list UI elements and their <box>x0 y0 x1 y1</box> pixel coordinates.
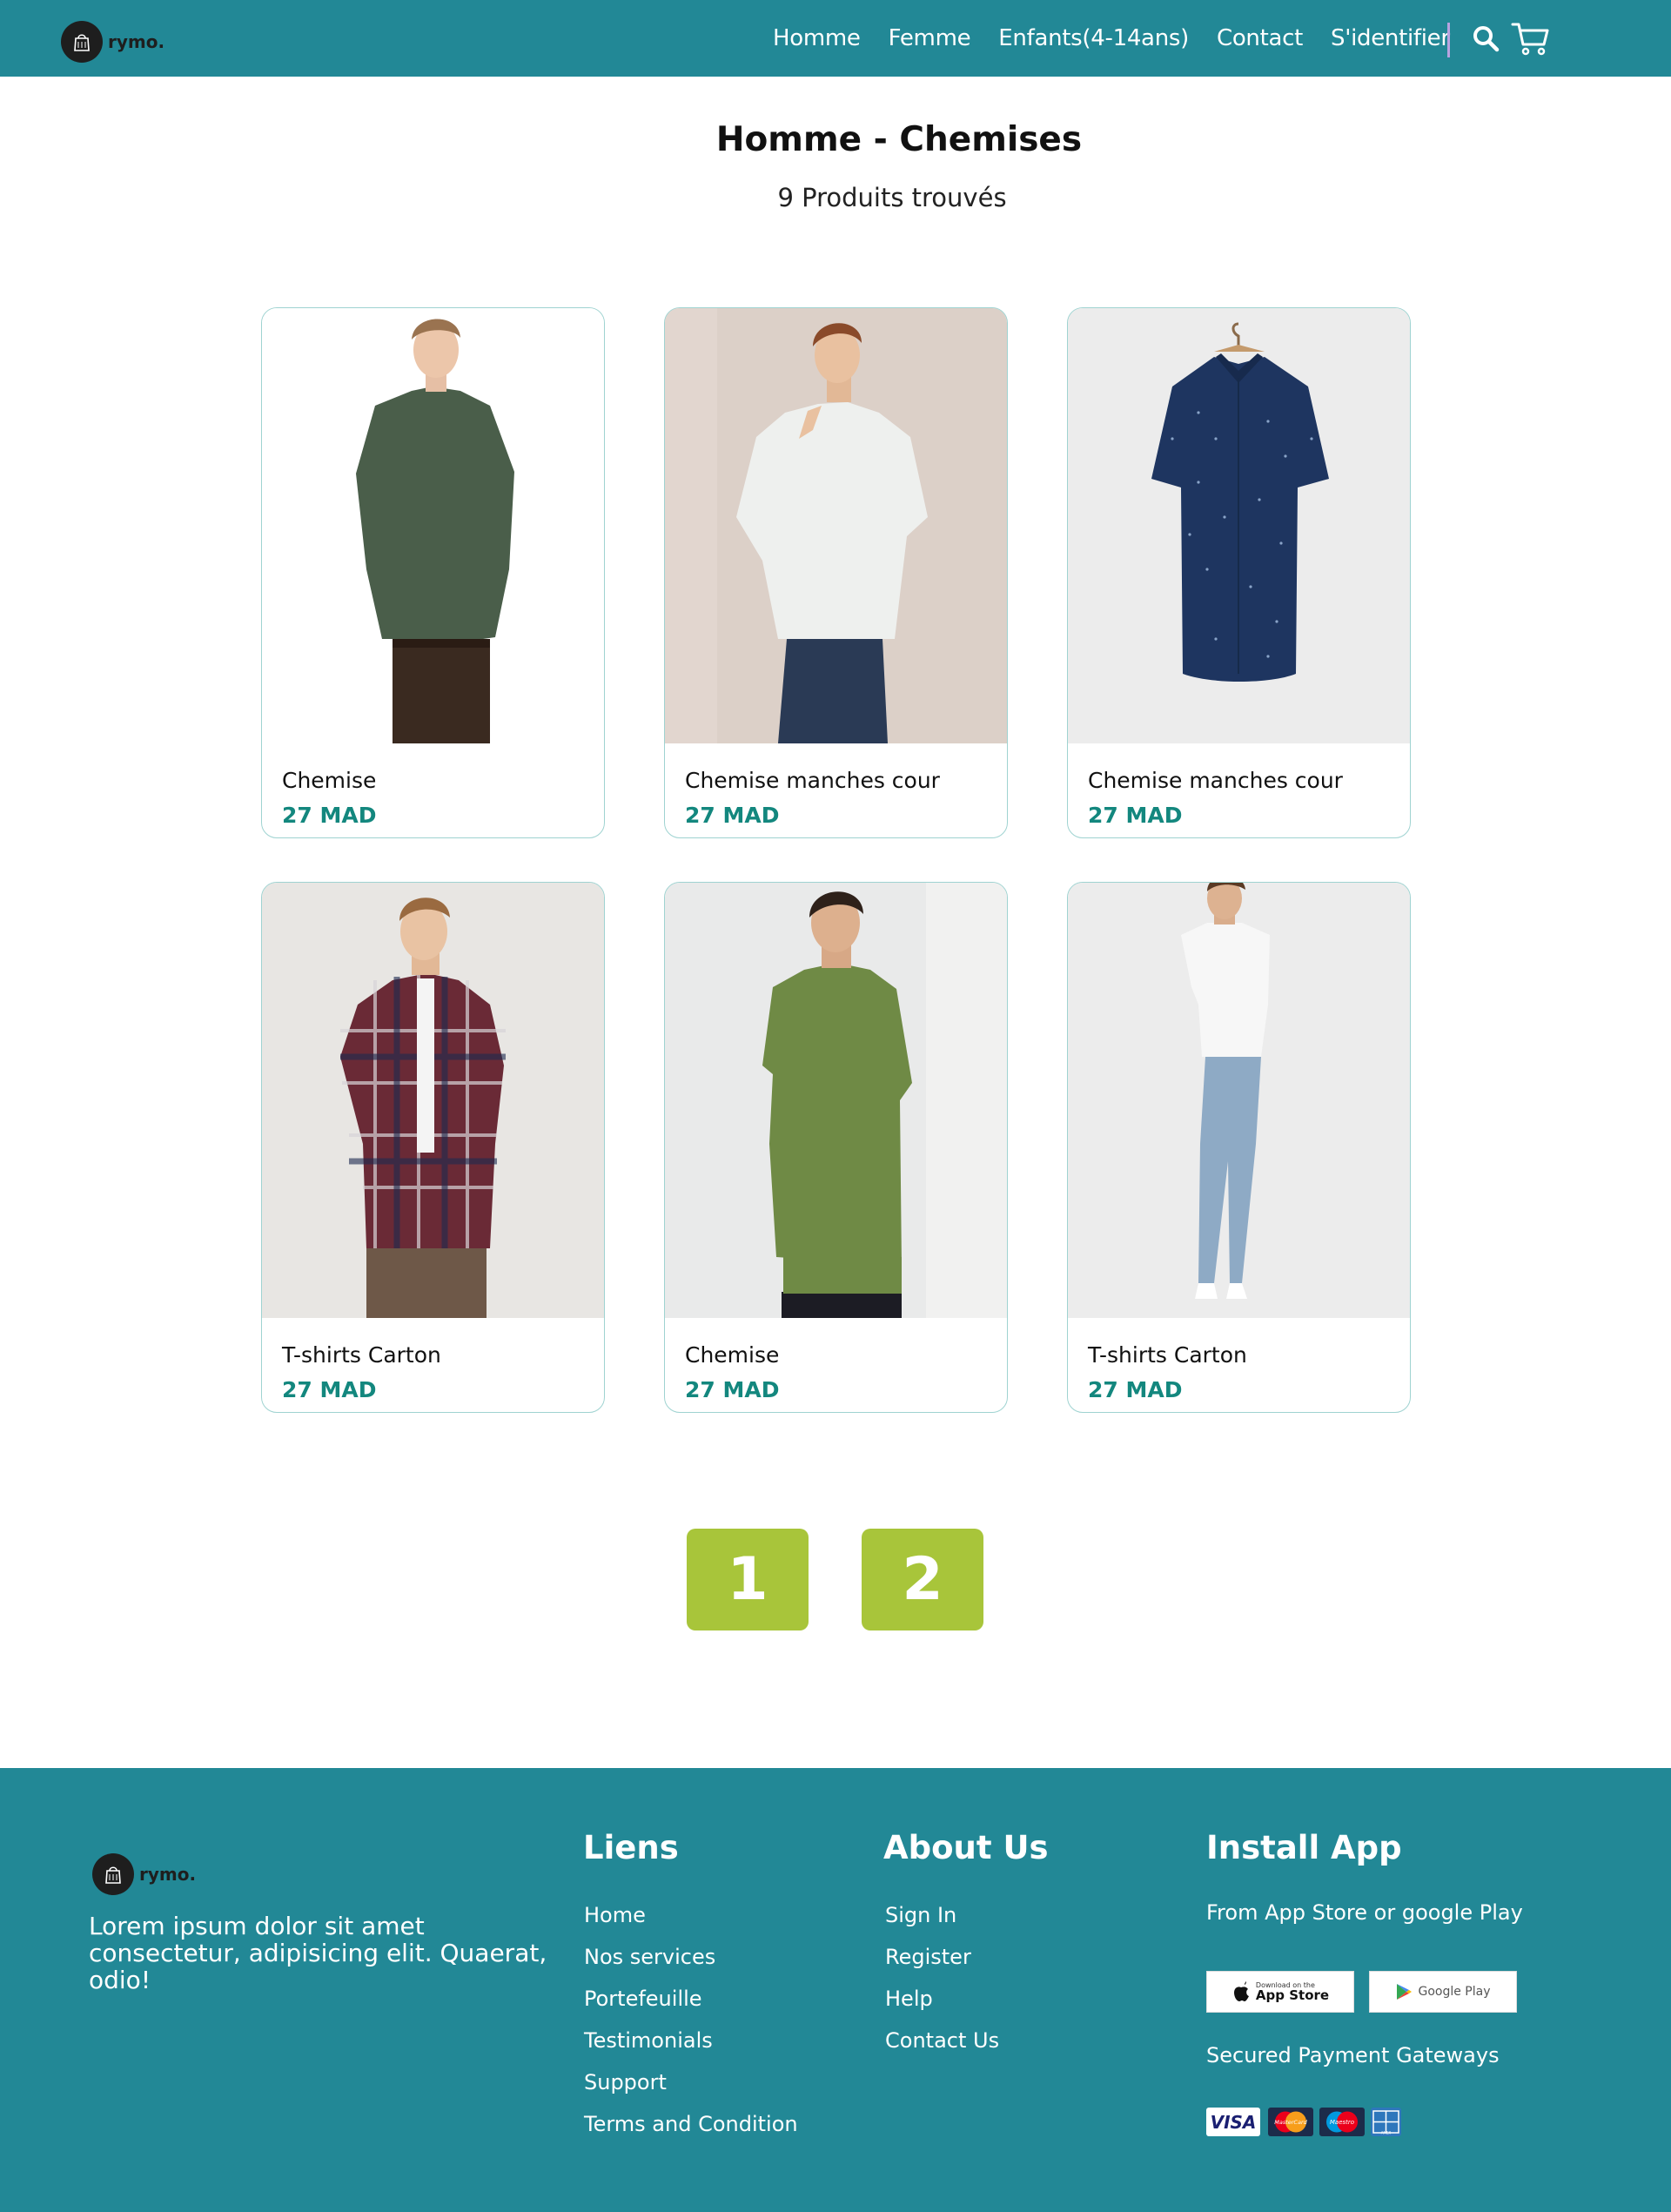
results-count: 9 Produits trouvés <box>777 183 1007 212</box>
product-price: 27 MAD <box>1088 803 1183 828</box>
product-price: 27 MAD <box>685 1377 780 1402</box>
payments-title: Secured Payment Gateways <box>1206 2043 1500 2067</box>
shopping-bag-icon <box>92 1853 134 1895</box>
footer-links-title: Liens <box>583 1829 679 1866</box>
footer-link-help[interactable]: Help <box>885 1984 999 2026</box>
nav-link-homme[interactable]: Homme <box>773 25 861 51</box>
footer-link-testimonials[interactable]: Testimonials <box>584 2026 798 2067</box>
svg-text:Maestro: Maestro <box>1330 2119 1354 2126</box>
product-price: 27 MAD <box>282 803 377 828</box>
nav-divider <box>1447 23 1450 57</box>
top-navbar: rymo. Homme Femme Enfants(4-14ans) Conta… <box>0 0 1671 77</box>
product-name: Chemise <box>282 768 377 793</box>
apple-icon <box>1233 1981 1249 2001</box>
shopping-bag-icon <box>61 21 103 63</box>
nav-link-login[interactable]: S'identifier <box>1331 25 1450 51</box>
svg-text:AMEX: AMEX <box>1381 2131 1392 2135</box>
product-image <box>1068 883 1410 1318</box>
footer-link-portfolio[interactable]: Portefeuille <box>584 1984 798 2026</box>
product-image <box>665 883 1007 1318</box>
product-card[interactable]: T-shirts Carton 27 MAD <box>1067 882 1411 1413</box>
page-button-1[interactable]: 1 <box>687 1529 809 1630</box>
product-price: 27 MAD <box>1088 1377 1183 1402</box>
nav-link-enfants[interactable]: Enfants(4-14ans) <box>998 25 1189 51</box>
svg-text:MasterCard: MasterCard <box>1274 2119 1307 2126</box>
product-card[interactable]: Chemise 27 MAD <box>261 307 605 838</box>
footer-link-services[interactable]: Nos services <box>584 1942 798 1984</box>
footer-link-terms[interactable]: Terms and Condition <box>584 2109 798 2151</box>
product-card[interactable]: Chemise manches cour 27 MAD <box>664 307 1008 838</box>
google-play-icon <box>1397 1984 1413 2000</box>
product-card[interactable]: Chemise manches cour 27 MAD <box>1067 307 1411 838</box>
product-card[interactable]: T-shirts Carton 27 MAD <box>261 882 605 1413</box>
amex-icon: AMEX <box>1371 2108 1401 2136</box>
product-name: T-shirts Carton <box>1088 1342 1247 1368</box>
footer-link-sign-in[interactable]: Sign In <box>885 1900 999 1942</box>
app-store-button[interactable]: Download on the App Store <box>1206 1971 1354 2013</box>
product-name: T-shirts Carton <box>282 1342 441 1368</box>
footer-about-title: About Us <box>883 1829 1049 1866</box>
brand-logo[interactable]: rymo. <box>61 21 164 63</box>
product-image <box>1068 308 1410 743</box>
footer-brand-logo[interactable]: rymo. <box>92 1853 196 1895</box>
product-price: 27 MAD <box>282 1377 377 1402</box>
footer-description: Lorem ipsum dolor sit amet consectetur, … <box>89 1912 547 1994</box>
footer-about-list: Sign In Register Help Contact Us <box>885 1900 999 2067</box>
product-price: 27 MAD <box>685 803 780 828</box>
google-play-button[interactable]: Google Play <box>1369 1971 1517 2013</box>
footer-link-register[interactable]: Register <box>885 1942 999 1984</box>
product-card[interactable]: Chemise 27 MAD <box>664 882 1008 1413</box>
page-title: Homme - Chemises <box>715 120 1083 159</box>
page-button-2[interactable]: 2 <box>862 1529 983 1630</box>
footer-brand-name: rymo. <box>139 1864 197 1885</box>
product-image <box>262 883 604 1318</box>
brand-name: rymo. <box>108 31 165 52</box>
mastercard-icon: MasterCard <box>1268 2108 1313 2136</box>
footer-link-home[interactable]: Home <box>584 1900 798 1942</box>
cart-icon[interactable] <box>1511 21 1551 56</box>
search-icon[interactable] <box>1471 24 1500 53</box>
visa-icon: VISA <box>1206 2108 1260 2136</box>
google-play-label: Google Play <box>1418 1985 1491 1999</box>
app-store-label: App Store <box>1255 1987 1330 2003</box>
nav-link-femme[interactable]: Femme <box>889 25 971 51</box>
product-image <box>262 308 604 743</box>
install-text: From App Store or google Play <box>1206 1900 1523 1925</box>
main-menu: Homme Femme Enfants(4-14ans) Contact S'i… <box>773 0 1478 77</box>
footer-link-support[interactable]: Support <box>584 2067 798 2109</box>
product-name: Chemise manches cour <box>685 768 940 793</box>
footer-install-title: Install App <box>1206 1829 1402 1866</box>
product-name: Chemise <box>685 1342 780 1368</box>
product-image <box>665 308 1007 743</box>
footer-links-list: Home Nos services Portefeuille Testimoni… <box>584 1900 798 2151</box>
nav-link-contact[interactable]: Contact <box>1217 25 1303 51</box>
footer-link-contact[interactable]: Contact Us <box>885 2026 999 2067</box>
product-name: Chemise manches cour <box>1088 768 1343 793</box>
maestro-icon: Maestro <box>1319 2108 1365 2136</box>
